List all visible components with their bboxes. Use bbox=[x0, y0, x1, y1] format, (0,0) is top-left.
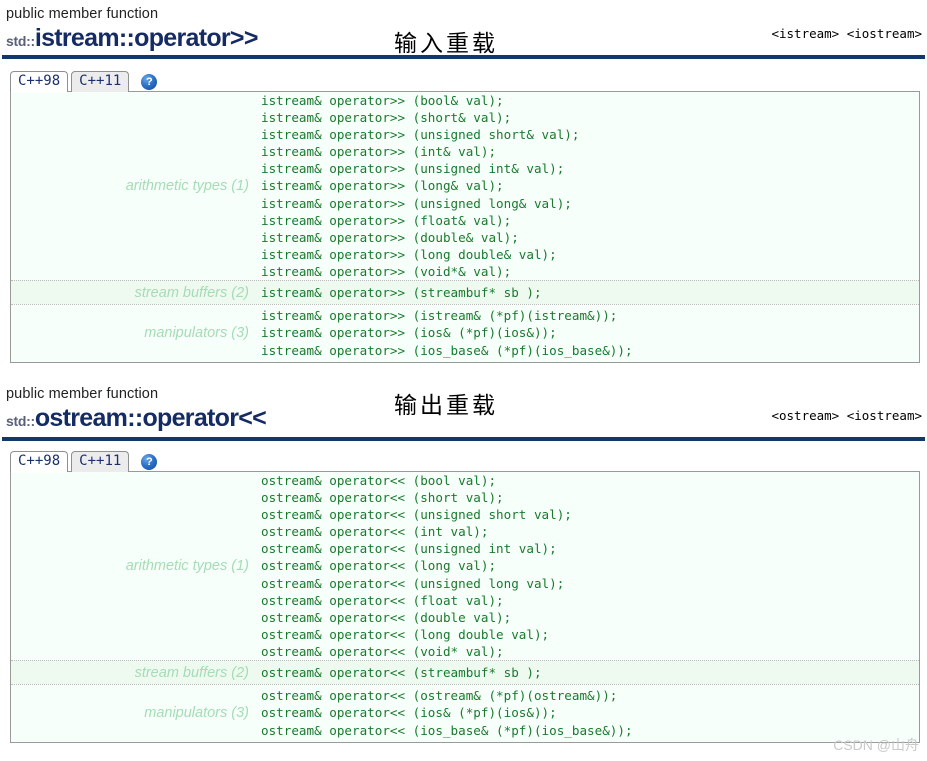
annotation-output-overload: 输出重载 bbox=[394, 393, 498, 419]
title-function-name: ostream::operator<< bbox=[34, 404, 267, 432]
include-link-ostream[interactable]: <ostream> bbox=[771, 408, 839, 423]
tab-cpp98-istream[interactable]: C++98 bbox=[10, 71, 69, 93]
reference-page: public member function std:: istream::ope… bbox=[0, 0, 927, 761]
signature-group: manipulators (3) ostream& operator<< (os… bbox=[11, 684, 919, 741]
header-include-links-ostream: <ostream> <iostream> bbox=[771, 408, 922, 423]
header-include-links-istream: <istream> <iostream> bbox=[771, 26, 922, 41]
signature-group: arithmetic types (1) ostream& operator<<… bbox=[11, 472, 919, 660]
tabbar-istream: C++98 C++11 ? bbox=[10, 68, 158, 93]
help-icon[interactable]: ? bbox=[141, 454, 158, 470]
signature-group: stream buffers (2) istream& operator>> (… bbox=[11, 280, 919, 304]
tab-cpp11-istream[interactable]: C++11 bbox=[71, 71, 130, 92]
signature-group: stream buffers (2) ostream& operator<< (… bbox=[11, 660, 919, 684]
title-function-name: istream::operator>> bbox=[34, 24, 259, 52]
include-link-istream[interactable]: <istream> bbox=[771, 26, 839, 41]
watermark: CSDN @山舟 bbox=[833, 737, 919, 753]
group-code: ostream& operator<< (streambuf* sb ); bbox=[261, 664, 542, 680]
title-divider-bar bbox=[2, 55, 925, 59]
function-kind-label: public member function bbox=[6, 6, 159, 22]
function-kind-label: public member function bbox=[6, 386, 159, 402]
include-link-iostream[interactable]: <iostream> bbox=[847, 408, 922, 423]
group-code: ostream& operator<< (bool val); ostream&… bbox=[261, 472, 572, 659]
tab-cpp98-ostream[interactable]: C++98 bbox=[10, 451, 69, 473]
group-code: istream& operator>> (bool& val); istream… bbox=[261, 92, 580, 279]
include-link-iostream[interactable]: <iostream> bbox=[847, 26, 922, 41]
group-code: ostream& operator<< (ostream& (*pf)(ostr… bbox=[261, 688, 633, 738]
tab-cpp11-ostream[interactable]: C++11 bbox=[71, 451, 130, 472]
title-namespace: std:: bbox=[6, 413, 35, 429]
signature-group: arithmetic types (1) istream& operator>>… bbox=[11, 92, 919, 280]
title-namespace: std:: bbox=[6, 33, 35, 49]
page-title: std:: ostream::operator<< bbox=[6, 404, 267, 432]
group-label: stream buffers (2) bbox=[134, 284, 249, 301]
group-code: istream& operator>> (streambuf* sb ); bbox=[261, 284, 542, 300]
group-label: arithmetic types (1) bbox=[125, 558, 249, 574]
tabbar-ostream: C++98 C++11 ? bbox=[10, 448, 158, 473]
annotation-input-overload: 输入重载 bbox=[394, 31, 498, 57]
group-label: manipulators (3) bbox=[144, 705, 249, 721]
group-label: arithmetic types (1) bbox=[125, 178, 249, 194]
signature-group: manipulators (3) istream& operator>> (is… bbox=[11, 304, 919, 361]
group-label: stream buffers (2) bbox=[134, 664, 249, 681]
signature-panel-ostream: arithmetic types (1) ostream& operator<<… bbox=[10, 471, 920, 743]
help-icon[interactable]: ? bbox=[141, 74, 158, 90]
group-label: manipulators (3) bbox=[144, 325, 249, 341]
page-title: std:: istream::operator>> bbox=[6, 26, 258, 51]
signature-panel-istream: arithmetic types (1) istream& operator>>… bbox=[10, 91, 920, 363]
group-code: istream& operator>> (istream& (*pf)(istr… bbox=[261, 308, 633, 358]
title-divider-bar bbox=[2, 437, 925, 441]
